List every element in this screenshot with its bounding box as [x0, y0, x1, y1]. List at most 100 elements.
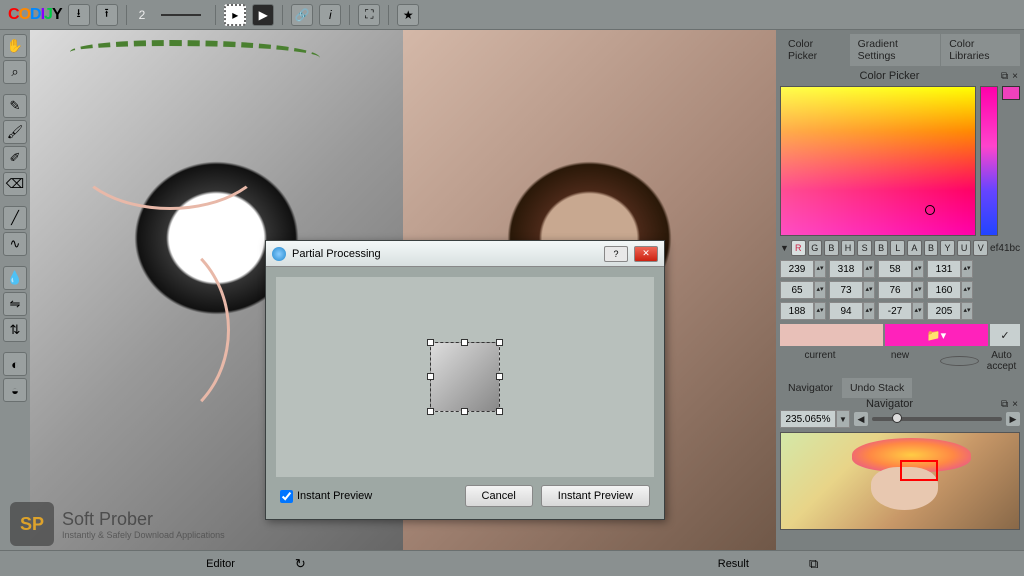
link-icon[interactable]: ⧉ [809, 556, 818, 572]
resize-handle[interactable] [461, 339, 468, 346]
preview-frame-button[interactable]: ▸ [224, 4, 246, 26]
navigator-preview[interactable] [780, 432, 1020, 530]
crop-selection[interactable] [430, 342, 500, 412]
slider-thumb[interactable] [892, 413, 902, 423]
close-button[interactable]: ✕ [634, 246, 658, 262]
color-tab-a[interactable]: A [907, 240, 922, 256]
spinner-arrows[interactable]: ▴▾ [814, 302, 826, 320]
color-tab-s[interactable]: S [857, 240, 872, 256]
zoom-slider[interactable] [872, 417, 1002, 421]
color-tab-h[interactable]: H [841, 240, 856, 256]
help-button[interactable]: ? [604, 246, 628, 262]
eraser-tool[interactable]: ⌫ [3, 172, 27, 196]
spinner-arrows[interactable]: ▴▾ [814, 260, 826, 278]
curve-tool[interactable]: ∿ [3, 232, 27, 256]
spinner-arrows[interactable]: ▴▾ [863, 260, 875, 278]
fullscreen-button[interactable]: ⛶ [358, 4, 380, 26]
accept-color-button[interactable]: ✓ [990, 324, 1020, 346]
spinner-1[interactable] [829, 260, 863, 278]
auto-accept-toggle[interactable]: Auto accept [940, 350, 1020, 372]
spinner-arrows[interactable]: ▴▾ [961, 302, 973, 320]
cancel-button[interactable]: Cancel [465, 485, 533, 507]
tab-gradient-settings[interactable]: Gradient Settings [850, 34, 941, 66]
spinner-0[interactable] [780, 260, 814, 278]
spinner-arrows[interactable]: ▴▾ [863, 302, 875, 320]
tab-color-libraries[interactable]: Color Libraries [941, 34, 1020, 66]
saturation-field[interactable] [780, 86, 976, 236]
hex-value[interactable]: ef41bc [990, 243, 1020, 254]
tab-color-picker[interactable]: Color Picker [780, 34, 849, 66]
color-tab-v[interactable]: V [973, 240, 988, 256]
spinner-arrows[interactable]: ▴▾ [912, 281, 924, 299]
zoom-tool[interactable]: ⌕ [3, 60, 27, 84]
info-button[interactable]: i [319, 4, 341, 26]
spinner-arrows[interactable]: ▴▾ [912, 260, 924, 278]
spinner-5[interactable] [829, 281, 863, 299]
zoom-prev-button[interactable]: ◀ [854, 412, 868, 426]
color-tab-b[interactable]: B [824, 240, 839, 256]
flip-v-tool[interactable]: ⇅ [3, 318, 27, 342]
detach-icon[interactable]: ⧉ [999, 399, 1010, 410]
decolor-tool[interactable]: ◒ [3, 378, 27, 402]
zoom-input[interactable] [780, 410, 836, 428]
resize-handle[interactable] [496, 408, 503, 415]
spinner-8[interactable] [780, 302, 814, 320]
dialog-titlebar[interactable]: Partial Processing ? ✕ [266, 241, 664, 267]
spinner-arrows[interactable]: ▴▾ [961, 260, 973, 278]
tab-undo-stack[interactable]: Undo Stack [842, 378, 912, 398]
flip-h-tool[interactable]: ⇋ [3, 292, 27, 316]
eyedrop-tool[interactable]: 💧 [3, 266, 27, 290]
current-color-swatch[interactable] [1002, 86, 1020, 100]
spinner-3[interactable] [927, 260, 961, 278]
color-tab-b2[interactable]: B [874, 240, 889, 256]
resize-handle[interactable] [427, 408, 434, 415]
color-tab-u[interactable]: U [957, 240, 972, 256]
hand-tool[interactable]: ✋ [3, 34, 27, 58]
zoom-dropdown[interactable]: ▼ [836, 410, 850, 428]
line-tool[interactable]: ╱ [3, 206, 27, 230]
color-tab-l[interactable]: L [890, 240, 905, 256]
play-button[interactable]: ▶ [252, 4, 274, 26]
import-button[interactable]: ⭳ [68, 4, 90, 26]
spinner-10[interactable] [878, 302, 912, 320]
spinner-arrows[interactable]: ▴▾ [961, 281, 973, 299]
instant-preview-button[interactable]: Instant Preview [541, 485, 650, 507]
pen-tool[interactable]: ✎ [3, 94, 27, 118]
export-button[interactable]: ⭱ [96, 4, 118, 26]
spinner-11[interactable] [927, 302, 961, 320]
spinner-arrows[interactable]: ▴▾ [863, 281, 875, 299]
color-tab-y[interactable]: Y [940, 240, 955, 256]
spinner-9[interactable] [829, 302, 863, 320]
color-tab-b3[interactable]: B [924, 240, 939, 256]
resize-handle[interactable] [427, 339, 434, 346]
brush-tool[interactable]: 🖌 [3, 120, 27, 144]
resize-handle[interactable] [427, 373, 434, 380]
instant-preview-checkbox[interactable]: Instant Preview [280, 490, 372, 503]
spinner-6[interactable] [878, 281, 912, 299]
detach-icon[interactable]: ⧉ [999, 71, 1010, 82]
viewport-rect[interactable] [900, 460, 938, 481]
resize-handle[interactable] [461, 408, 468, 415]
spinner-4[interactable] [780, 281, 814, 299]
close-icon[interactable]: × [1010, 399, 1020, 410]
link-button[interactable]: 🔗 [291, 4, 313, 26]
gradient-pen-tool[interactable]: ✐ [3, 146, 27, 170]
hue-slider[interactable] [980, 86, 998, 236]
spinner-7[interactable] [927, 281, 961, 299]
spinner-arrows[interactable]: ▴▾ [814, 281, 826, 299]
resize-handle[interactable] [496, 339, 503, 346]
close-icon[interactable]: × [1010, 71, 1020, 82]
zoom-next-button[interactable]: ▶ [1006, 412, 1020, 426]
collapse-icon[interactable]: ▼ [780, 243, 789, 253]
refresh-icon[interactable]: ↻ [295, 556, 306, 572]
favorite-button[interactable]: ★ [397, 4, 419, 26]
current-swatch[interactable] [780, 324, 883, 346]
spinner-arrows[interactable]: ▴▾ [912, 302, 924, 320]
color-tab-r[interactable]: R [791, 240, 806, 256]
new-swatch[interactable]: 📁▾ [885, 324, 988, 346]
mask-tool[interactable]: ◐ [3, 352, 27, 376]
resize-handle[interactable] [496, 373, 503, 380]
tab-navigator[interactable]: Navigator [780, 378, 841, 398]
spinner-2[interactable] [878, 260, 912, 278]
dialog-preview[interactable] [276, 277, 654, 477]
